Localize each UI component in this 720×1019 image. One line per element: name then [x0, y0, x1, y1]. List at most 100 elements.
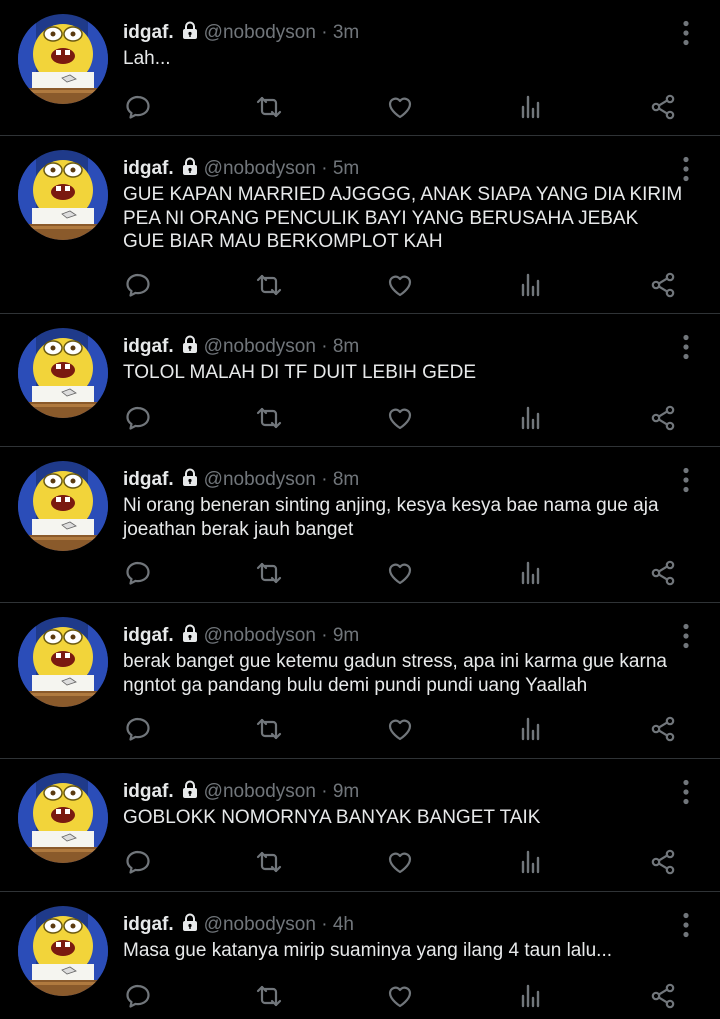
- action-bar: [0, 270, 720, 300]
- tweet-header: idgaf. @nobodyson · 9m: [123, 623, 359, 651]
- handle[interactable]: @nobodyson: [204, 781, 316, 802]
- tweet-header: idgaf. @nobodyson · 5m: [123, 156, 359, 184]
- avatar[interactable]: [18, 617, 108, 707]
- timestamp[interactable]: 8m: [333, 336, 359, 357]
- tweet-header: idgaf. @nobodyson · 3m: [123, 20, 359, 48]
- analytics-icon[interactable]: [516, 558, 546, 588]
- action-bar: [0, 981, 720, 1011]
- lock-icon: [180, 334, 200, 362]
- more-vertical-icon[interactable]: [682, 623, 690, 649]
- handle[interactable]: @nobodyson: [204, 336, 316, 357]
- reply-icon[interactable]: [123, 558, 153, 588]
- display-name[interactable]: idgaf.: [123, 22, 174, 43]
- share-icon[interactable]: [648, 92, 678, 122]
- share-icon[interactable]: [648, 981, 678, 1011]
- tweet[interactable]: idgaf. @nobodyson · 4h Masa gue katanya m…: [0, 892, 720, 1019]
- lock-icon: [180, 912, 200, 940]
- lock-icon: [180, 779, 200, 807]
- more-vertical-icon[interactable]: [682, 156, 690, 182]
- handle[interactable]: @nobodyson: [204, 22, 316, 43]
- analytics-icon[interactable]: [516, 92, 546, 122]
- tweet-header: idgaf. @nobodyson · 8m: [123, 334, 359, 362]
- lock-icon: [180, 20, 200, 48]
- reply-icon[interactable]: [123, 92, 153, 122]
- tweet-text: GOBLOKK NOMORNYA BANYAK BANGET TAIK: [123, 807, 541, 828]
- heart-icon[interactable]: [385, 847, 415, 877]
- retweet-icon[interactable]: [254, 558, 284, 588]
- heart-icon[interactable]: [385, 403, 415, 433]
- handle[interactable]: @nobodyson: [204, 625, 316, 646]
- analytics-icon[interactable]: [516, 714, 546, 744]
- tweet[interactable]: idgaf. @nobodyson · 8m Ni orang beneran s…: [0, 447, 720, 603]
- display-name[interactable]: idgaf.: [123, 336, 174, 357]
- reply-icon[interactable]: [123, 847, 153, 877]
- reply-icon[interactable]: [123, 714, 153, 744]
- lock-icon: [180, 467, 200, 495]
- display-name[interactable]: idgaf.: [123, 625, 174, 646]
- heart-icon[interactable]: [385, 981, 415, 1011]
- handle[interactable]: @nobodyson: [204, 158, 316, 179]
- timestamp[interactable]: 4h: [333, 914, 354, 935]
- retweet-icon[interactable]: [254, 847, 284, 877]
- handle[interactable]: @nobodyson: [204, 469, 316, 490]
- tweet-text: Lah...: [123, 48, 171, 69]
- reply-icon[interactable]: [123, 403, 153, 433]
- timestamp[interactable]: 3m: [333, 22, 359, 43]
- analytics-icon[interactable]: [516, 981, 546, 1011]
- retweet-icon[interactable]: [254, 981, 284, 1011]
- more-vertical-icon[interactable]: [682, 20, 690, 46]
- display-name[interactable]: idgaf.: [123, 469, 174, 490]
- share-icon[interactable]: [648, 847, 678, 877]
- separator: ·: [321, 781, 328, 802]
- timestamp[interactable]: 9m: [333, 781, 359, 802]
- more-vertical-icon[interactable]: [682, 912, 690, 938]
- avatar[interactable]: [18, 150, 108, 240]
- tweet[interactable]: idgaf. @nobodyson · 9m GOBLOKK NOMORNYA B…: [0, 759, 720, 892]
- share-icon[interactable]: [648, 714, 678, 744]
- tweet-text: Ni orang beneran sinting anjing, kesya k…: [123, 495, 659, 540]
- more-vertical-icon[interactable]: [682, 779, 690, 805]
- lock-icon: [180, 156, 200, 184]
- reply-icon[interactable]: [123, 981, 153, 1011]
- display-name[interactable]: idgaf.: [123, 158, 174, 179]
- analytics-icon[interactable]: [516, 847, 546, 877]
- action-bar: [0, 558, 720, 588]
- analytics-icon[interactable]: [516, 403, 546, 433]
- share-icon[interactable]: [648, 403, 678, 433]
- more-vertical-icon[interactable]: [682, 467, 690, 493]
- action-bar: [0, 92, 720, 122]
- tweet-text: TOLOL MALAH DI TF DUIT LEBIH GEDE: [123, 362, 476, 383]
- display-name[interactable]: idgaf.: [123, 914, 174, 935]
- share-icon[interactable]: [648, 270, 678, 300]
- avatar[interactable]: [18, 14, 108, 104]
- retweet-icon[interactable]: [254, 92, 284, 122]
- timestamp[interactable]: 8m: [333, 469, 359, 490]
- tweet-text: berak banget gue ketemu gadun stress, ap…: [123, 651, 667, 696]
- lock-icon: [180, 623, 200, 651]
- heart-icon[interactable]: [385, 714, 415, 744]
- separator: ·: [321, 158, 328, 179]
- analytics-icon[interactable]: [516, 270, 546, 300]
- tweet-header: idgaf. @nobodyson · 4h: [123, 912, 354, 940]
- separator: ·: [321, 625, 328, 646]
- share-icon[interactable]: [648, 558, 678, 588]
- handle[interactable]: @nobodyson: [204, 914, 316, 935]
- tweet[interactable]: idgaf. @nobodyson · 5m GUE KAPAN MARRIED …: [0, 136, 720, 314]
- heart-icon[interactable]: [385, 92, 415, 122]
- display-name[interactable]: idgaf.: [123, 781, 174, 802]
- tweet[interactable]: idgaf. @nobodyson · 9m berak banget gue k…: [0, 603, 720, 759]
- action-bar: [0, 403, 720, 433]
- heart-icon[interactable]: [385, 270, 415, 300]
- avatar[interactable]: [18, 461, 108, 551]
- reply-icon[interactable]: [123, 270, 153, 300]
- more-vertical-icon[interactable]: [682, 334, 690, 360]
- retweet-icon[interactable]: [254, 714, 284, 744]
- timestamp[interactable]: 9m: [333, 625, 359, 646]
- tweet[interactable]: idgaf. @nobodyson · 8m TOLOL MALAH DI TF …: [0, 314, 720, 447]
- timestamp[interactable]: 5m: [333, 158, 359, 179]
- retweet-icon[interactable]: [254, 270, 284, 300]
- separator: ·: [321, 469, 328, 490]
- heart-icon[interactable]: [385, 558, 415, 588]
- retweet-icon[interactable]: [254, 403, 284, 433]
- tweet[interactable]: idgaf. @nobodyson · 3m Lah...: [0, 0, 720, 136]
